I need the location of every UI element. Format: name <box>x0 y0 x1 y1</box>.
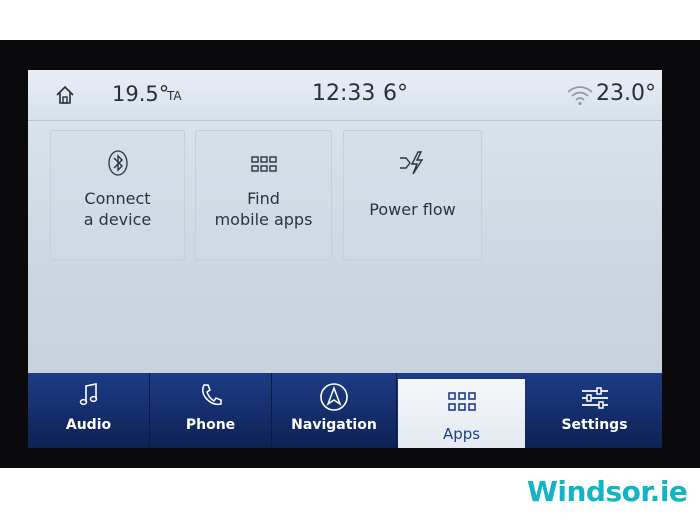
outside-temperature: 19.5° <box>112 82 170 106</box>
music-note-icon <box>28 382 149 410</box>
tile-label: Power flow <box>369 200 456 219</box>
phone-icon <box>150 382 271 410</box>
wifi-icon <box>566 84 594 106</box>
power-flow-tile[interactable]: Power flow <box>343 130 482 260</box>
tile-label-line1: Connect <box>84 189 151 208</box>
grid-icon <box>195 150 332 174</box>
tile-label-line2: mobile apps <box>214 210 313 229</box>
navigation-icon <box>272 382 396 411</box>
status-bar: 19.5° TA 12:33 6° 23.0° <box>28 70 662 121</box>
nav-label: Settings <box>561 417 628 433</box>
settings-sliders-icon <box>527 382 662 410</box>
tile-label-line2: a device <box>83 210 152 229</box>
nav-settings-button[interactable]: Settings <box>527 373 662 448</box>
find-mobile-apps-tile[interactable]: Find mobile apps <box>195 130 332 260</box>
climate-temperature[interactable]: 23.0° <box>596 81 656 106</box>
nav-navigation-button[interactable]: Navigation <box>272 373 397 448</box>
ta-indicator: TA <box>167 89 182 103</box>
bottom-nav-bar: Audio Phone Navigation Apps Settings <box>28 373 662 448</box>
nav-label: Audio <box>65 417 112 433</box>
connect-device-tile[interactable]: Connect a device <box>50 130 185 260</box>
infotainment-screen: 19.5° TA 12:33 6° 23.0° Connect a device <box>28 70 662 448</box>
nav-label: Phone <box>185 417 236 433</box>
nav-label: Apps <box>442 425 481 443</box>
home-icon[interactable] <box>54 84 76 106</box>
gear-indicator: 6° <box>383 81 408 106</box>
apps-grid-icon <box>398 388 525 416</box>
nav-audio-button[interactable]: Audio <box>28 373 150 448</box>
nav-phone-button[interactable]: Phone <box>150 373 272 448</box>
brand-watermark: Windsor.ie <box>527 475 688 508</box>
bluetooth-icon <box>50 150 185 176</box>
power-flow-icon <box>343 150 482 175</box>
tile-label-line1: Find <box>247 189 280 208</box>
clock: 12:33 <box>312 81 376 106</box>
nav-apps-button[interactable]: Apps <box>398 379 525 448</box>
nav-label: Navigation <box>291 417 377 433</box>
